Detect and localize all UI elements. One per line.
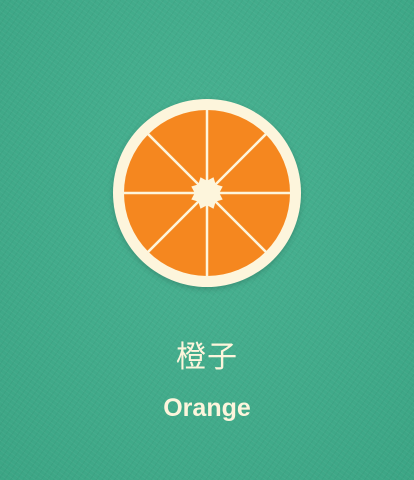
fruit-name-english: Orange: [163, 394, 251, 422]
orange-slice-graphic: [113, 99, 301, 287]
fruit-card: 橙子 Orange: [0, 0, 414, 480]
fruit-name-chinese: 橙子: [176, 340, 238, 375]
orange-slice-icon: [113, 99, 301, 287]
